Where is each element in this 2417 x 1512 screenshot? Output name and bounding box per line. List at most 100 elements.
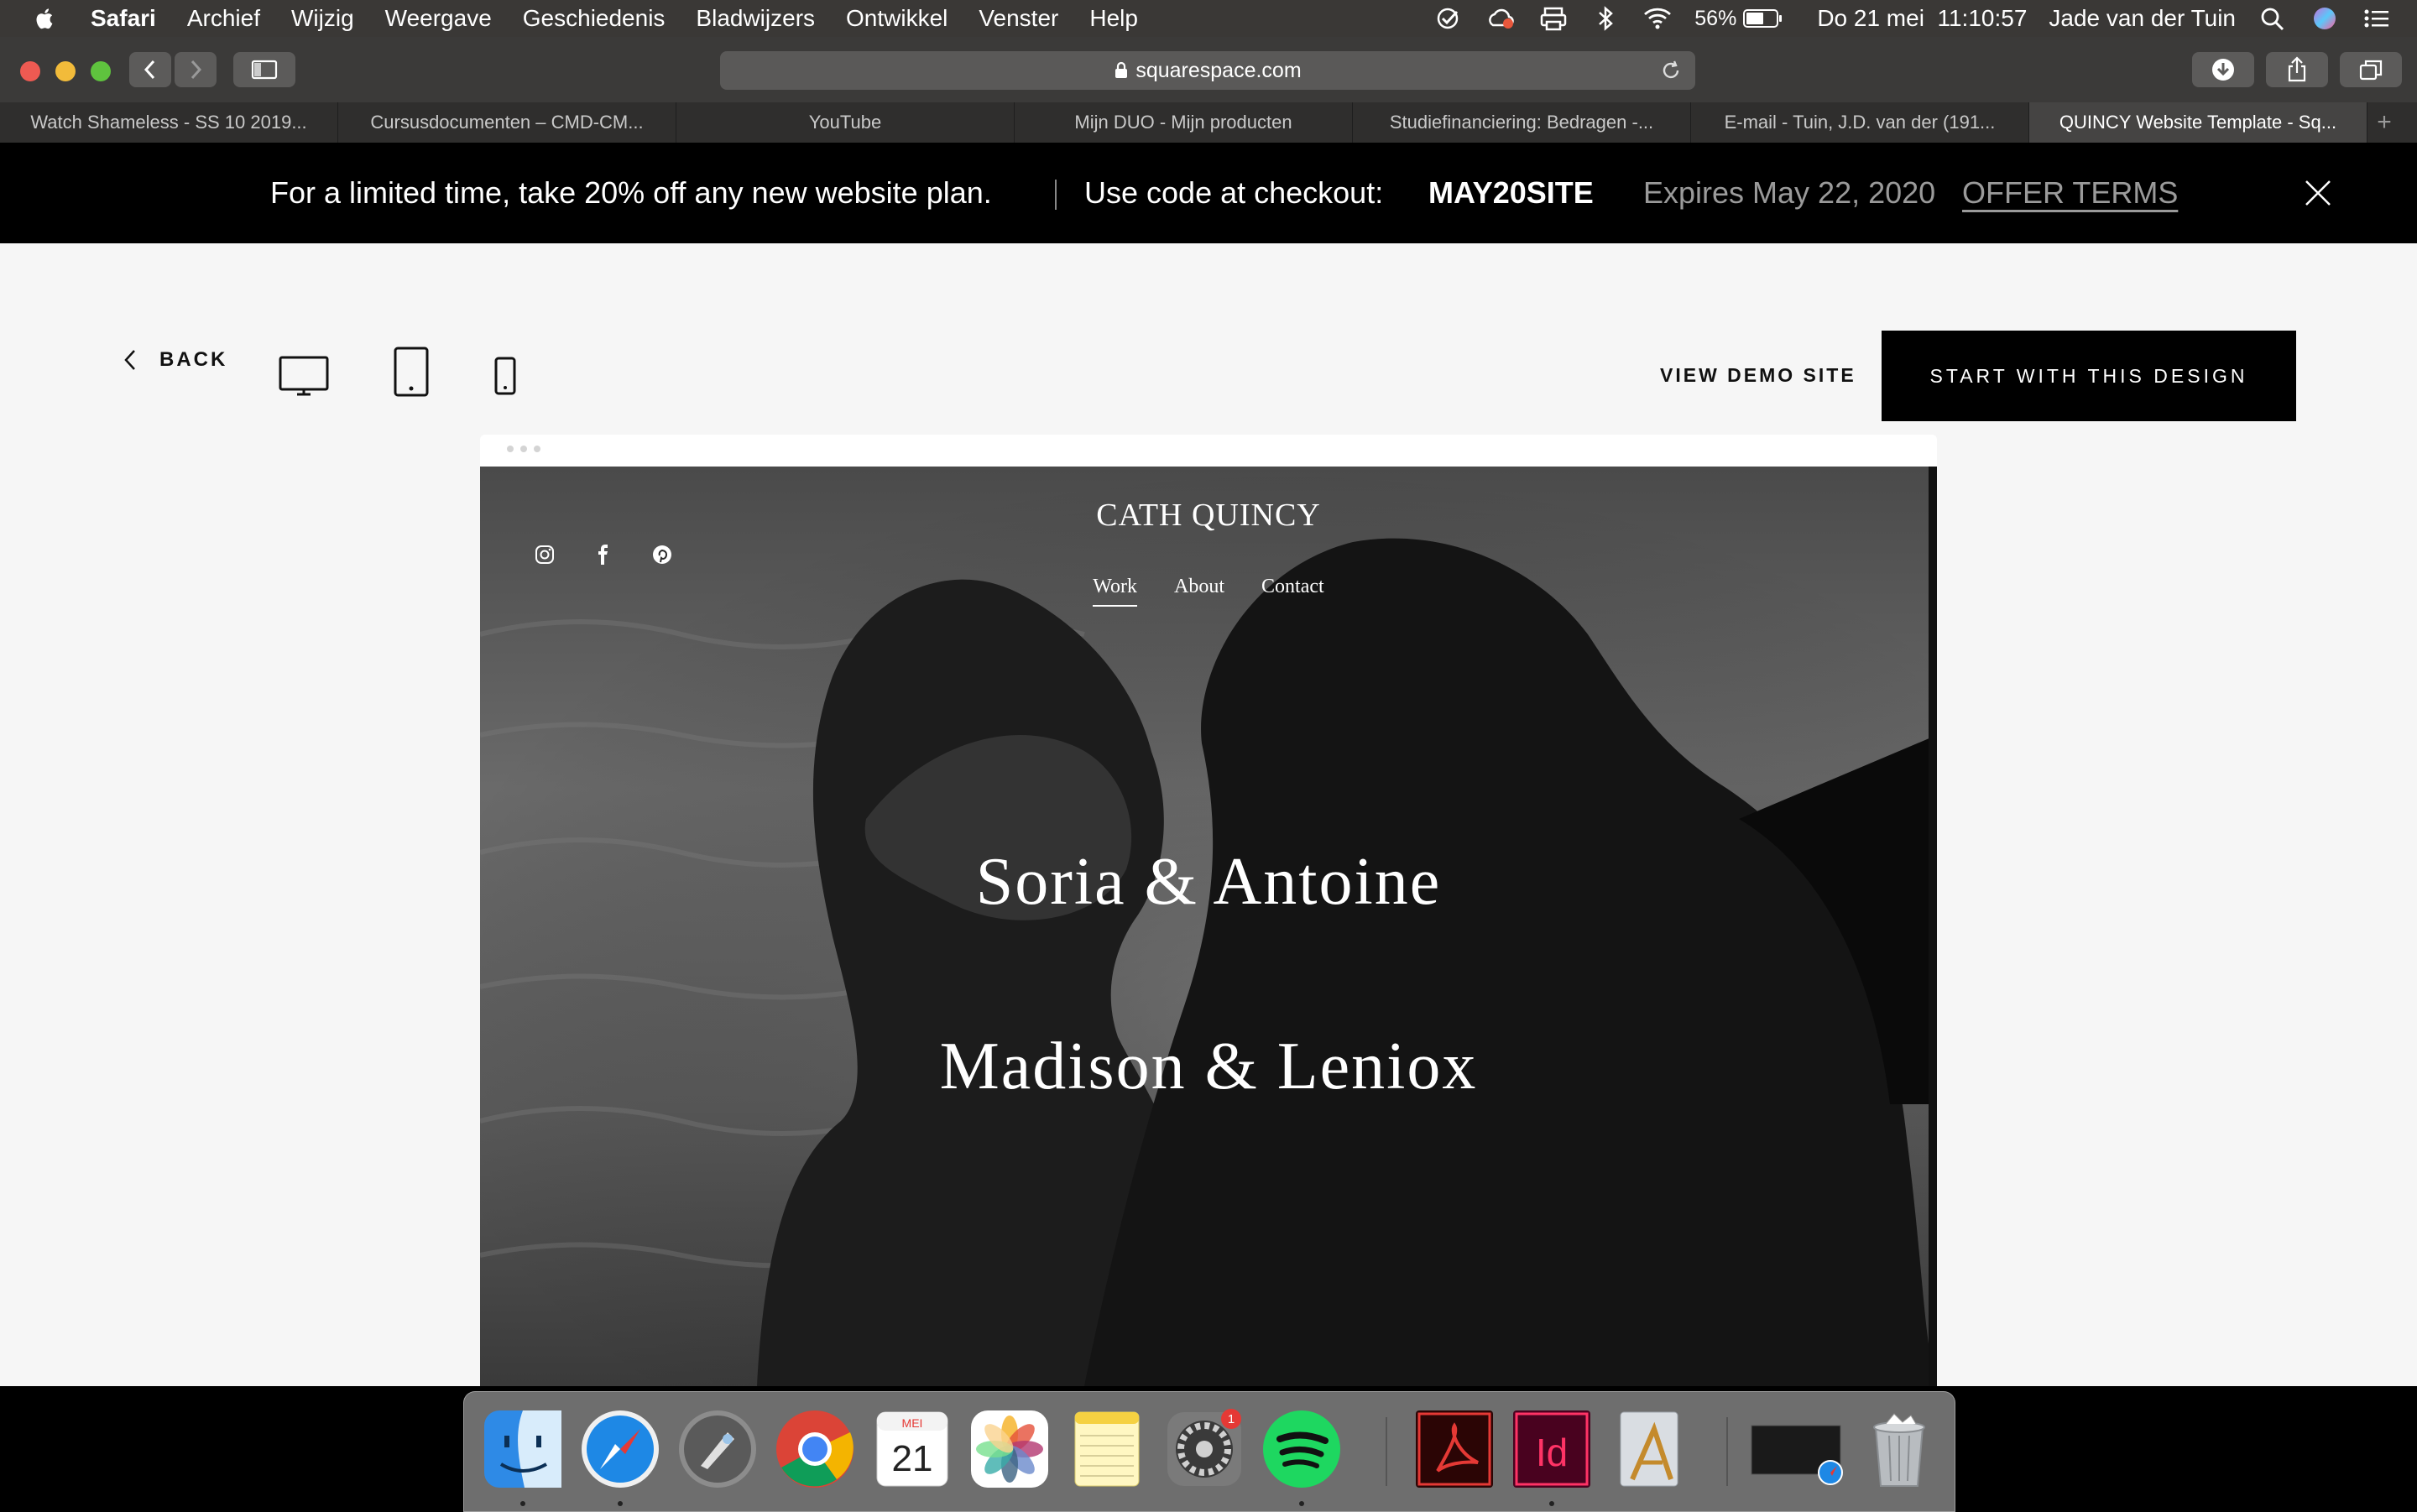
safari-running-indicator [618, 1501, 623, 1506]
menu-archief[interactable]: Archief [187, 5, 260, 32]
promo-divider [1055, 180, 1057, 210]
chevron-left-icon [124, 350, 135, 370]
indesign-running-indicator [1549, 1501, 1554, 1506]
nav-about[interactable]: About [1174, 576, 1224, 607]
mobile-view-icon[interactable] [493, 356, 517, 396]
user-name[interactable]: Jade van der Tuin [2049, 5, 2236, 32]
checklist-icon[interactable] [1434, 5, 1464, 32]
social-links [534, 544, 673, 566]
back-nav-button[interactable] [129, 52, 171, 87]
project-link-madison-leniox[interactable]: Madison & Leniox [480, 1029, 1937, 1105]
reload-icon[interactable] [1660, 60, 1682, 81]
close-window-button[interactable] [20, 61, 40, 81]
acrobat-icon[interactable] [1412, 1407, 1496, 1491]
siri-icon[interactable] [2310, 5, 2340, 32]
view-demo-site-link[interactable]: VIEW DEMO SITE [1660, 364, 1856, 387]
chrome-icon[interactable] [773, 1407, 857, 1491]
promo-banner: For a limited time, take 20% off any new… [0, 143, 2417, 243]
finder-icon[interactable] [481, 1407, 565, 1491]
trash-icon[interactable] [1857, 1407, 1941, 1491]
photos-icon[interactable] [968, 1407, 1052, 1491]
menu-weergave[interactable]: Weergave [385, 5, 492, 32]
menu-bladwijzers[interactable]: Bladwijzers [696, 5, 815, 32]
developer-app-icon[interactable] [1607, 1407, 1691, 1491]
back-button[interactable]: BACK [123, 347, 227, 373]
tab-studiefinanciering[interactable]: Studiefinanciering: Bedragen -... [1353, 102, 1691, 143]
template-preview-frame: CATH QUINCY Work About Contact Soria & A… [480, 435, 1937, 1386]
promo-expiry: Expires May 22, 2020 [1643, 175, 1936, 210]
tab-overview-button[interactable] [2340, 52, 2402, 87]
nav-work[interactable]: Work [1093, 576, 1138, 607]
back-label: BACK [159, 348, 228, 371]
dock: MEI 21 1 Id [463, 1391, 1955, 1512]
wifi-icon[interactable] [1642, 5, 1673, 32]
project-link-soria-antoine[interactable]: Soria & Antoine [480, 844, 1937, 920]
finder-running-indicator [520, 1501, 525, 1506]
url-text: squarespace.com [1135, 58, 1302, 82]
notification-badge: 1 [1228, 1412, 1235, 1426]
tabs-icon [2359, 60, 2383, 81]
menu-wijzig[interactable]: Wijzig [291, 5, 354, 32]
spotify-icon[interactable] [1260, 1407, 1344, 1491]
tab-quincy-template[interactable]: QUINCY Website Template - Sq... [2029, 102, 2367, 143]
browser-toolbar: squarespace.com [0, 37, 2417, 103]
battery-icon[interactable] [1743, 8, 1783, 29]
promo-text: For a limited time, take 20% off any new… [270, 175, 992, 210]
menu-app-name[interactable]: Safari [91, 5, 156, 32]
notification-center-icon[interactable] [2362, 5, 2392, 32]
bluetooth-icon[interactable] [1590, 5, 1621, 32]
spotlight-search-icon[interactable] [2258, 5, 2288, 32]
launchpad-icon[interactable] [676, 1407, 760, 1491]
address-bar[interactable]: squarespace.com [720, 51, 1695, 90]
preview-window-dots [507, 446, 540, 452]
clock[interactable]: Do 21 mei 11:10:57 [1817, 5, 2027, 32]
new-tab-button[interactable]: + [2367, 102, 2401, 143]
chevron-left-icon [144, 60, 155, 80]
calendar-day: 21 [892, 1438, 933, 1479]
tab-cursusdocumenten[interactable]: Cursusdocumenten – CMD-CM... [338, 102, 676, 143]
tab-duo[interactable]: Mijn DUO - Mijn producten [1015, 102, 1353, 143]
notes-icon[interactable] [1065, 1407, 1149, 1491]
downloads-button[interactable] [2192, 52, 2254, 87]
tablet-view-icon[interactable] [393, 346, 430, 398]
apple-icon[interactable] [34, 7, 54, 30]
indesign-icon[interactable]: Id [1510, 1407, 1594, 1491]
download-icon [2212, 59, 2234, 81]
menu-bar: Safari Archief Wijzig Weergave Geschiede… [0, 0, 2417, 37]
hero-section: CATH QUINCY Work About Contact Soria & A… [480, 467, 1937, 1386]
share-button[interactable] [2266, 52, 2328, 87]
nav-contact[interactable]: Contact [1261, 576, 1324, 607]
menu-geschiedenis[interactable]: Geschiedenis [523, 5, 666, 32]
zoom-window-button[interactable] [91, 61, 111, 81]
minimized-window-icon[interactable] [1748, 1407, 1845, 1491]
desktop-view-icon[interactable] [279, 356, 329, 398]
menu-venster[interactable]: Venster [979, 5, 1058, 32]
safari-window: squarespace.com Watch Shameless - SS 10 … [0, 37, 2417, 1386]
menu-help[interactable]: Help [1089, 5, 1138, 32]
creative-cloud-icon[interactable] [1486, 5, 1516, 32]
tab-email[interactable]: E-mail - Tuin, J.D. van der (191... [1691, 102, 2029, 143]
menu-ontwikkel[interactable]: Ontwikkel [846, 5, 947, 32]
printer-icon[interactable] [1538, 5, 1569, 32]
tab-shameless[interactable]: Watch Shameless - SS 10 2019... [0, 102, 338, 143]
promo-code-label: Use code at checkout: [1084, 175, 1384, 210]
calendar-icon[interactable]: MEI 21 [870, 1407, 954, 1491]
pinterest-icon[interactable] [651, 544, 673, 566]
facebook-icon[interactable] [593, 544, 614, 566]
start-with-design-button[interactable]: START WITH THIS DESIGN [1882, 331, 2296, 421]
offer-terms-link[interactable]: OFFER TERMS [1962, 175, 2178, 211]
tab-youtube[interactable]: YouTube [676, 102, 1015, 143]
dock-separator-2 [1726, 1417, 1728, 1486]
sidebar-button[interactable] [233, 52, 295, 87]
svg-text:Id: Id [1536, 1431, 1568, 1474]
safari-icon[interactable] [578, 1407, 662, 1491]
instagram-icon[interactable] [534, 544, 556, 566]
system-preferences-icon[interactable]: 1 [1162, 1407, 1246, 1491]
site-title[interactable]: CATH QUINCY [480, 497, 1937, 534]
minimize-window-button[interactable] [55, 61, 76, 81]
dock-separator [1386, 1417, 1387, 1486]
preview-controls: BACK VIEW DEMO SITE START WITH THIS DESI… [0, 243, 2417, 428]
chevron-right-icon [191, 60, 202, 80]
close-icon[interactable] [2301, 176, 2335, 210]
forward-nav-button[interactable] [175, 52, 217, 87]
